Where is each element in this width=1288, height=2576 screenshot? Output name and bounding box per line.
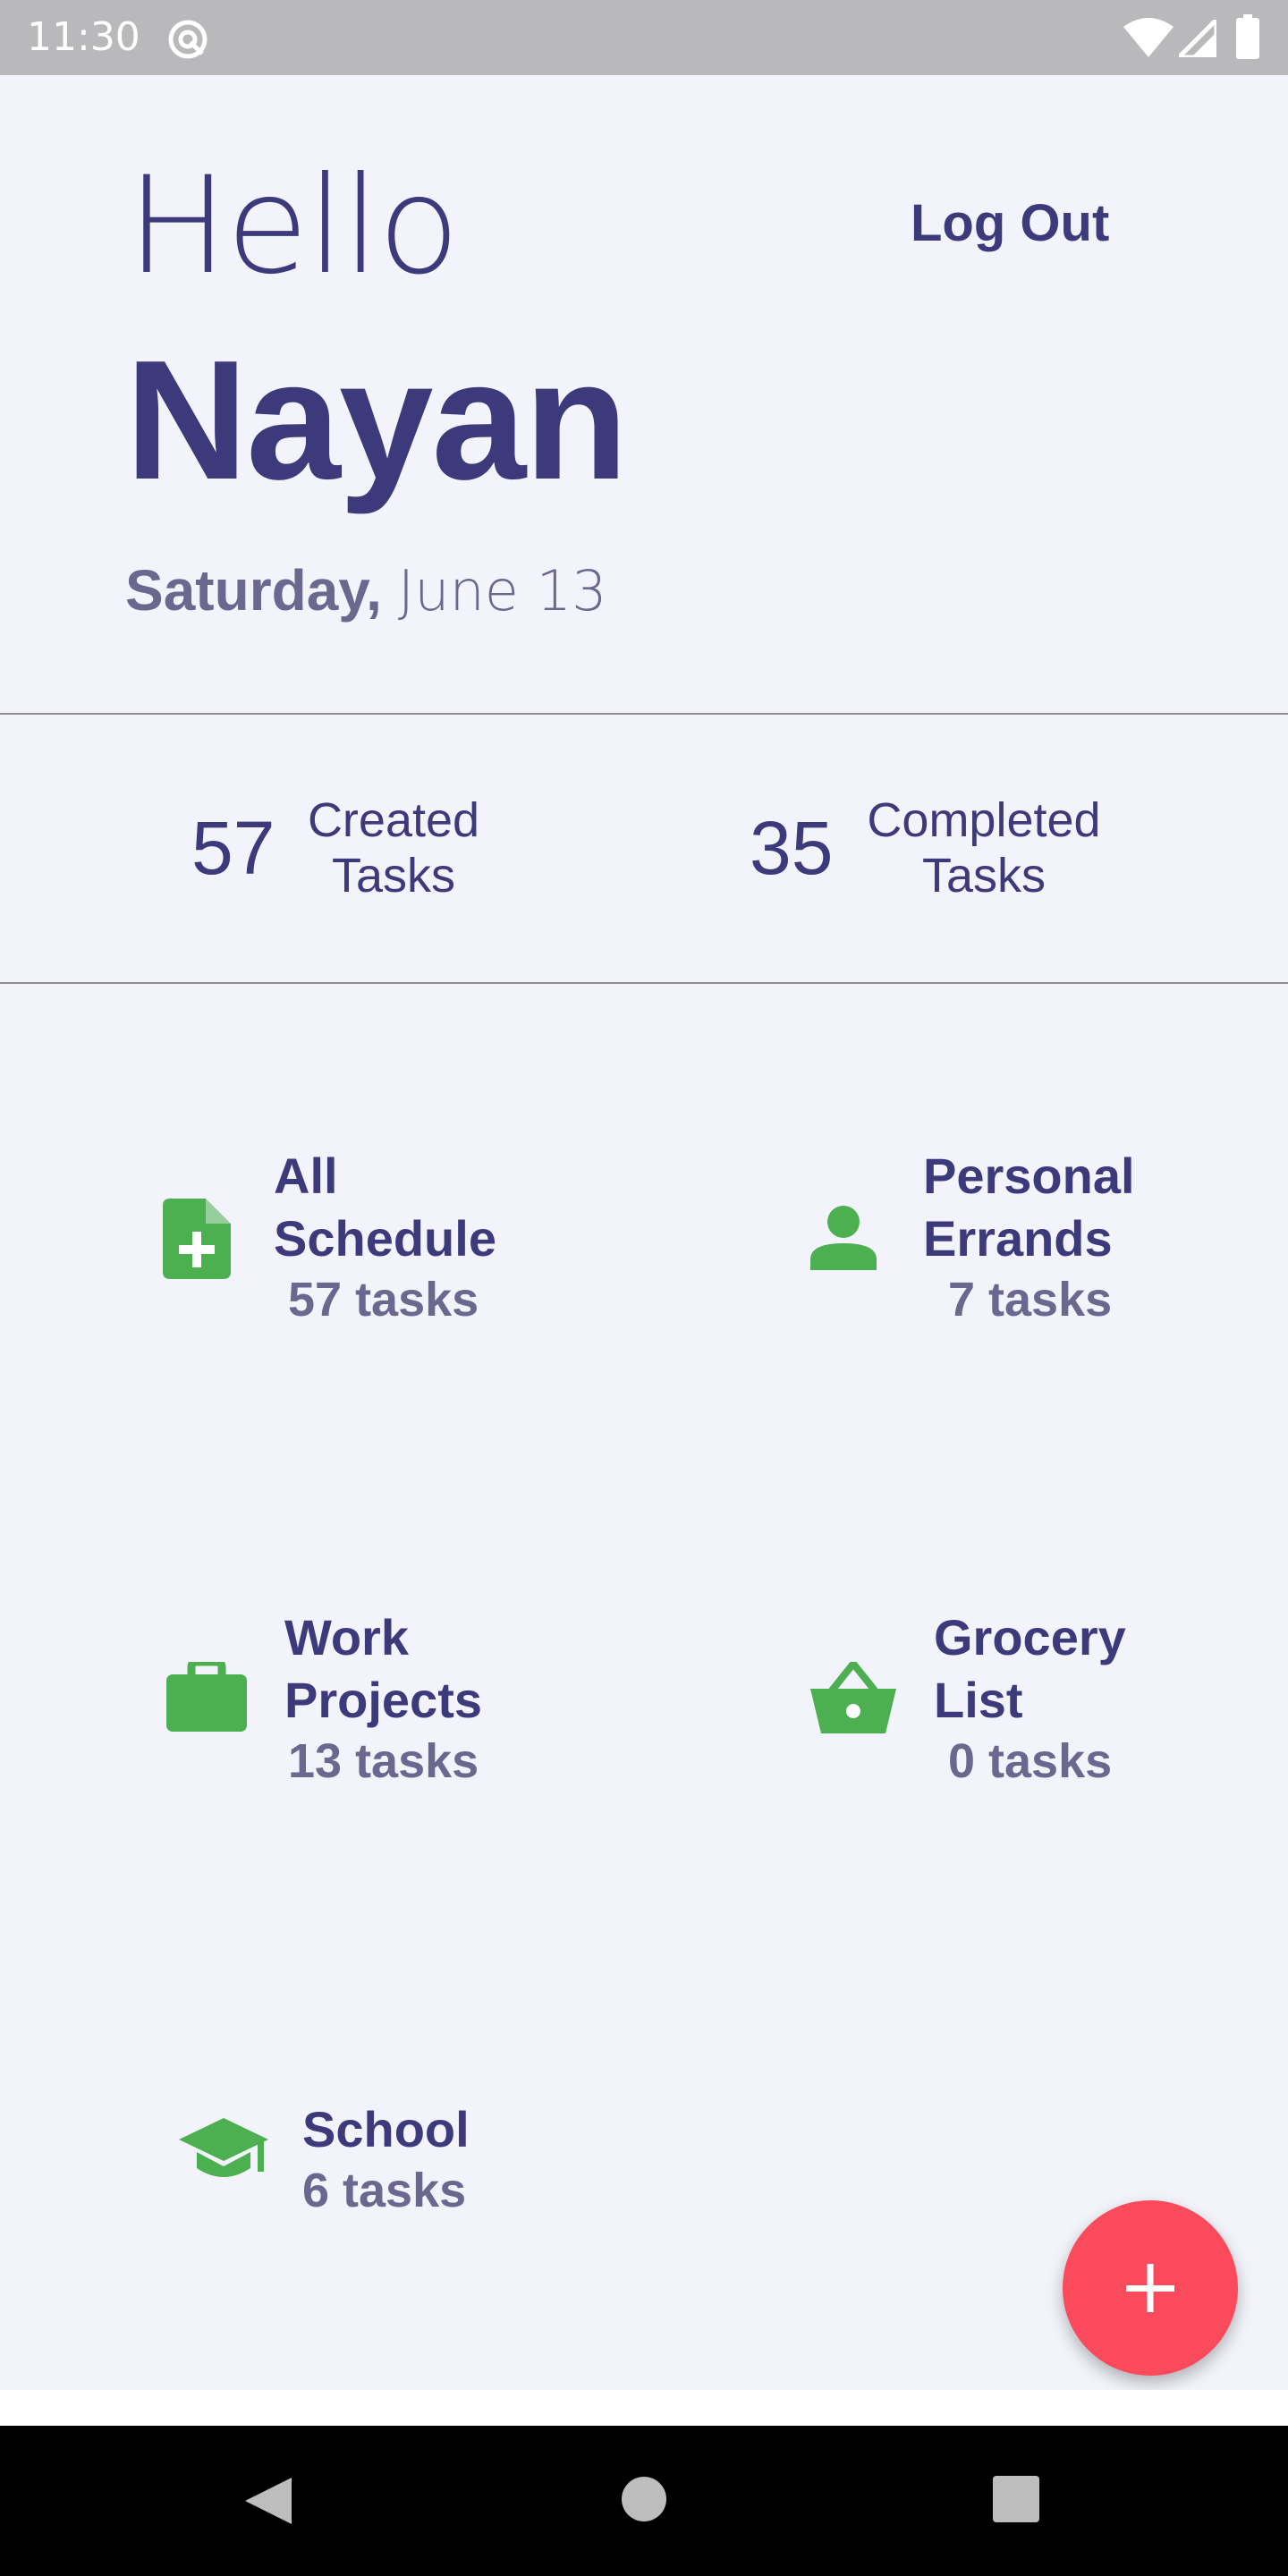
date-rest: June 13 <box>397 558 607 623</box>
created-label-line1: Created <box>307 793 480 847</box>
plus-icon <box>1126 2264 1174 2312</box>
bottom-strip <box>0 2390 1288 2426</box>
greeting-text: Hello <box>127 148 460 304</box>
category-count: 6 tasks <box>302 2164 467 2217</box>
category-title: Grocery List <box>934 1609 1126 1728</box>
user-name: Nayan <box>125 326 628 515</box>
back-icon[interactable] <box>243 2476 293 2526</box>
completed-count: 35 <box>750 806 834 890</box>
category-personal-errands[interactable]: Personal Errands 7 tasks <box>805 1145 1181 1342</box>
graduation-cap-icon <box>179 2118 268 2177</box>
divider-top <box>0 713 1288 715</box>
basket-icon <box>810 1662 896 1733</box>
category-school[interactable]: School 6 tasks <box>175 2098 551 2241</box>
category-title: Personal Errands <box>923 1148 1135 1267</box>
category-count: 0 tasks <box>948 1734 1113 1788</box>
completed-label-line1: Completed <box>867 793 1101 847</box>
signal-icon <box>1179 20 1216 57</box>
category-title: All Schedule <box>274 1148 496 1267</box>
home-icon[interactable] <box>621 2476 667 2522</box>
category-title: Work Projects <box>284 1609 482 1728</box>
date-day: Saturday, <box>125 558 382 623</box>
category-count: 57 tasks <box>288 1273 479 1326</box>
add-task-button[interactable] <box>1063 2200 1238 2376</box>
recents-icon[interactable] <box>993 2476 1039 2522</box>
created-count: 57 <box>191 806 275 890</box>
category-count: 7 tasks <box>948 1273 1113 1326</box>
briefcase-icon <box>166 1662 247 1732</box>
battery-icon <box>1236 14 1259 59</box>
category-count: 13 tasks <box>288 1734 479 1788</box>
category-title: School <box>302 2101 470 2157</box>
status-bar: 11:30 <box>0 0 1288 75</box>
category-all-schedule[interactable]: All Schedule 57 tasks <box>152 1145 528 1342</box>
divider-bottom <box>0 982 1288 984</box>
add-document-icon <box>163 1199 231 1279</box>
wifi-icon <box>1123 18 1174 57</box>
completed-label: Completed Tasks <box>859 792 1109 903</box>
person-icon <box>810 1206 877 1270</box>
date-row: Saturday, June 13 <box>125 555 607 627</box>
status-time: 11:30 <box>27 14 140 60</box>
category-work-projects[interactable]: Work Projects 13 tasks <box>161 1606 537 1803</box>
system-nav-bar <box>0 2426 1288 2576</box>
category-grocery-list[interactable]: Grocery List 0 tasks <box>805 1606 1181 1803</box>
completed-label-line2: Tasks <box>921 849 1046 902</box>
logout-button[interactable]: Log Out <box>911 190 1109 258</box>
created-label-line2: Tasks <box>331 849 456 902</box>
created-label: Created Tasks <box>304 792 483 903</box>
sync-icon <box>168 20 208 59</box>
